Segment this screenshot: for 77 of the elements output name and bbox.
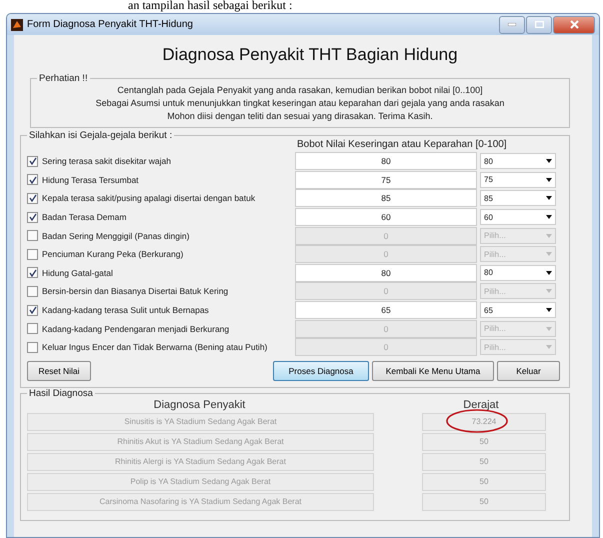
symptom-checkbox[interactable]: Kepala terasa sakit/pusing apalagi disertai dengan batuk (27, 192, 295, 204)
symptom-checkbox[interactable]: Hidung Gatal-gatal (27, 267, 295, 278)
maximize-icon (534, 21, 544, 28)
weight-dropdown[interactable]: 60 (480, 209, 556, 226)
caret-icon (546, 196, 552, 200)
weight-dropdown[interactable]: 85 (480, 190, 556, 206)
notice-text: Mohon diisi dengan teliti dan sesuai yang dirasakan. Terima Kasih. (166, 110, 434, 123)
form-heading: Diagnosa Penyakit THT Bagian Hidung (161, 44, 459, 66)
weight-dropdown[interactable]: 80 (480, 153, 556, 170)
weight-input-field[interactable]: 75 (295, 170, 477, 189)
checkbox-icon[interactable] (27, 230, 38, 242)
weight-input-field[interactable]: 65 (295, 301, 477, 320)
column-header: Derajat (462, 398, 500, 412)
symptom-checkbox[interactable]: Bersin-bersin dan Biasanya Disertai Batuk Kering (27, 286, 295, 297)
weight-dropdown[interactable]: 65 (480, 302, 556, 318)
caret-icon (546, 159, 552, 164)
checkbox-icon[interactable] (27, 286, 38, 297)
window-title: Form Diagnosa Penyakit THT-Hidung (27, 19, 194, 30)
weight-input-field[interactable]: 60 (295, 208, 477, 226)
degree-cell: 50 (422, 472, 546, 491)
diagnosis-cell: Sinusitis is YA Stadium Sedang Agak Berat (27, 412, 374, 431)
caret-icon (546, 270, 552, 275)
minimize-button[interactable] (499, 16, 525, 34)
weight-dropdown[interactable]: 75 (480, 172, 556, 188)
close-icon (570, 20, 578, 29)
checkbox-icon[interactable] (27, 248, 38, 260)
checkbox-icon[interactable] (27, 323, 38, 334)
close-button[interactable] (553, 16, 595, 34)
document-caption: an tampilan hasil sebagai berikut : (127, 0, 294, 11)
diagnosis-cell: Rhinitis Akut is YA Stadium Sedang Agak Berat (27, 432, 374, 451)
checkbox-icon[interactable] (27, 342, 38, 353)
caret-icon (546, 178, 552, 182)
group-legend: Silahkan isi Gejala-gejala berikut : (27, 130, 174, 141)
weight-input-field[interactable]: 80 (295, 152, 477, 170)
symptom-checkbox[interactable]: Sering terasa sakit disekitar wajah (27, 156, 295, 167)
weight-input-field[interactable]: 85 (295, 189, 477, 208)
symptom-checkbox[interactable]: Hidung Terasa Tersumbat (27, 174, 295, 186)
reset-button[interactable]: Reset Nilai (27, 360, 91, 381)
caret-icon (546, 326, 552, 331)
app-icon (11, 18, 23, 30)
diagnosis-cell: Carsinoma Nasofaring is YA Stadium Sedang Agak Berat (27, 492, 374, 511)
checkbox-icon[interactable] (27, 174, 38, 186)
diagnosis-cell: Polip is YA Stadium Sedang Agak Berat (27, 472, 374, 491)
caret-icon (546, 234, 552, 238)
diagnosis-cell: Rhinitis Alergi is YA Stadium Sedang Agak Berat (27, 452, 374, 471)
action-button[interactable]: Keluar (497, 360, 560, 381)
group-legend: Perhatian !! (37, 73, 90, 84)
symptom-checkbox[interactable]: Badan Terasa Demam (27, 212, 295, 223)
column-header: Bobot Nilai Keseringan atau Keparahan [0-100] (296, 139, 508, 152)
symptom-checkbox[interactable]: Keluar Ingus Encer dan Tidak Berwarna (Bening atau Putih) (27, 342, 295, 353)
column-header: Diagnosa Penyakit (152, 398, 246, 412)
action-button[interactable]: Proses Diagnosa (273, 360, 369, 381)
degree-cell: 50 (422, 492, 546, 511)
caret-icon (546, 289, 552, 294)
caret-icon (546, 308, 552, 312)
degree-cell: 50 (422, 452, 546, 471)
maximize-button[interactable] (526, 16, 552, 34)
action-button[interactable]: Kembali Ke Menu Utama (372, 360, 494, 381)
weight-input-field[interactable]: 80 (295, 264, 477, 282)
degree-cell: 50 (422, 432, 546, 451)
checkbox-icon[interactable] (27, 192, 38, 204)
notice-text: Centanglah pada Gejala Penyakit yang anda rasakan, kemudian berikan bobot nilai [0..100] (116, 84, 484, 97)
symptom-checkbox[interactable]: Penciuman Kurang Peka (Berkurang) (27, 248, 295, 260)
symptom-checkbox[interactable]: Badan Sering Menggigil (Panas dingin) (27, 230, 295, 242)
checkbox-icon[interactable] (27, 156, 38, 167)
symptom-checkbox[interactable]: Kadang-kadang Pendengaran menjadi Berkurang (27, 323, 295, 334)
group-legend: Hasil Diagnosa (27, 388, 95, 399)
minimize-icon (508, 23, 516, 26)
caret-icon (546, 252, 552, 256)
symptom-checkbox[interactable]: Kadang-kadang terasa Sulit untuk Bernapas (27, 304, 295, 316)
weight-dropdown[interactable]: 80 (480, 264, 556, 281)
checkbox-icon[interactable] (27, 304, 38, 316)
notice-text: Sebagai Asumsi untuk menunjukkan tingkat keseringan atau keparahan dari gejala yang anda rasakan (94, 97, 506, 110)
checkbox-icon[interactable] (27, 212, 38, 223)
caret-icon (546, 345, 552, 350)
caret-icon (546, 215, 552, 220)
checkbox-icon[interactable] (27, 267, 38, 278)
